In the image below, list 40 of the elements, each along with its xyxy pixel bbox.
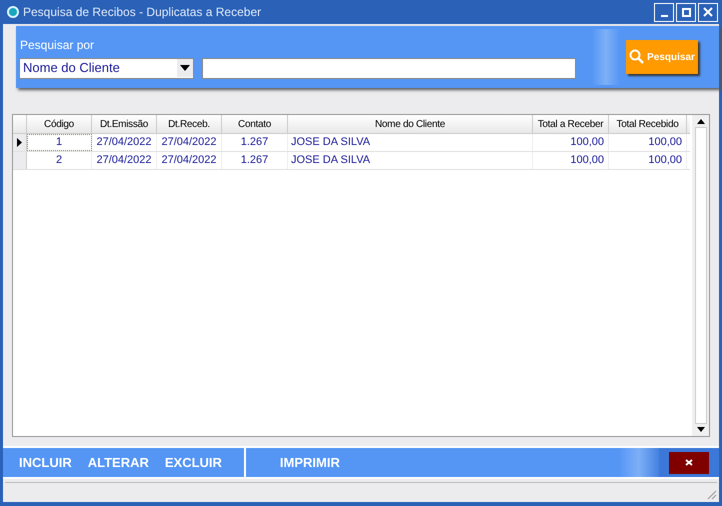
column-header[interactable]: Dt.Emissão — [92, 115, 157, 133]
minimize-button[interactable] — [654, 2, 674, 22]
table-cell: 100,00 — [533, 152, 609, 169]
table-cell: 2 — [27, 152, 92, 169]
column-header[interactable]: Dt.Receb. — [157, 115, 222, 133]
table-cell: 100,00 — [609, 134, 687, 151]
close-icon — [685, 459, 693, 466]
table-cell: JOSE DA SILVA — [288, 152, 533, 169]
vertical-scrollbar[interactable] — [692, 115, 709, 436]
column-header[interactable]: Total a Receber — [533, 115, 609, 133]
close-button[interactable] — [698, 2, 718, 22]
row-header[interactable] — [13, 134, 27, 151]
table-cell: 100,00 — [533, 134, 609, 151]
table-cell: 27/04/2022 — [157, 134, 222, 151]
search-icon — [629, 49, 646, 65]
table-cell: 1.267 — [222, 152, 288, 169]
column-header[interactable]: Total Recebido — [609, 115, 687, 133]
scroll-up-icon[interactable] — [696, 119, 704, 124]
table-cell: 27/04/2022 — [92, 134, 157, 151]
column-header[interactable]: Nome do Cliente — [288, 115, 533, 133]
maximize-button[interactable] — [676, 2, 696, 22]
search-label: Pesquisar por — [20, 36, 96, 54]
table-cell: JOSE DA SILVA — [288, 134, 533, 151]
search-by-dropdown[interactable]: Nome do Cliente — [19, 58, 194, 78]
table-cell: 1 — [27, 134, 92, 151]
window-title: Pesquisa de Recibos - Duplicatas a Receber — [23, 4, 262, 21]
table-cell: 100,00 — [609, 152, 687, 169]
scroll-down-icon[interactable] — [696, 427, 704, 432]
app-icon — [7, 6, 19, 18]
column-header[interactable]: Contato — [222, 115, 288, 133]
table-cell: 27/04/2022 — [157, 152, 222, 169]
close-button[interactable] — [669, 452, 709, 474]
resize-grip-icon — [707, 490, 717, 500]
close-icon — [703, 7, 713, 17]
row-indicator-icon — [17, 138, 22, 147]
column-header[interactable]: Código — [27, 115, 92, 133]
table-cell: 27/04/2022 — [92, 152, 157, 169]
caret-icon — [180, 65, 190, 71]
table-cell: 1.267 — [222, 134, 288, 151]
search-input[interactable] — [202, 58, 576, 78]
